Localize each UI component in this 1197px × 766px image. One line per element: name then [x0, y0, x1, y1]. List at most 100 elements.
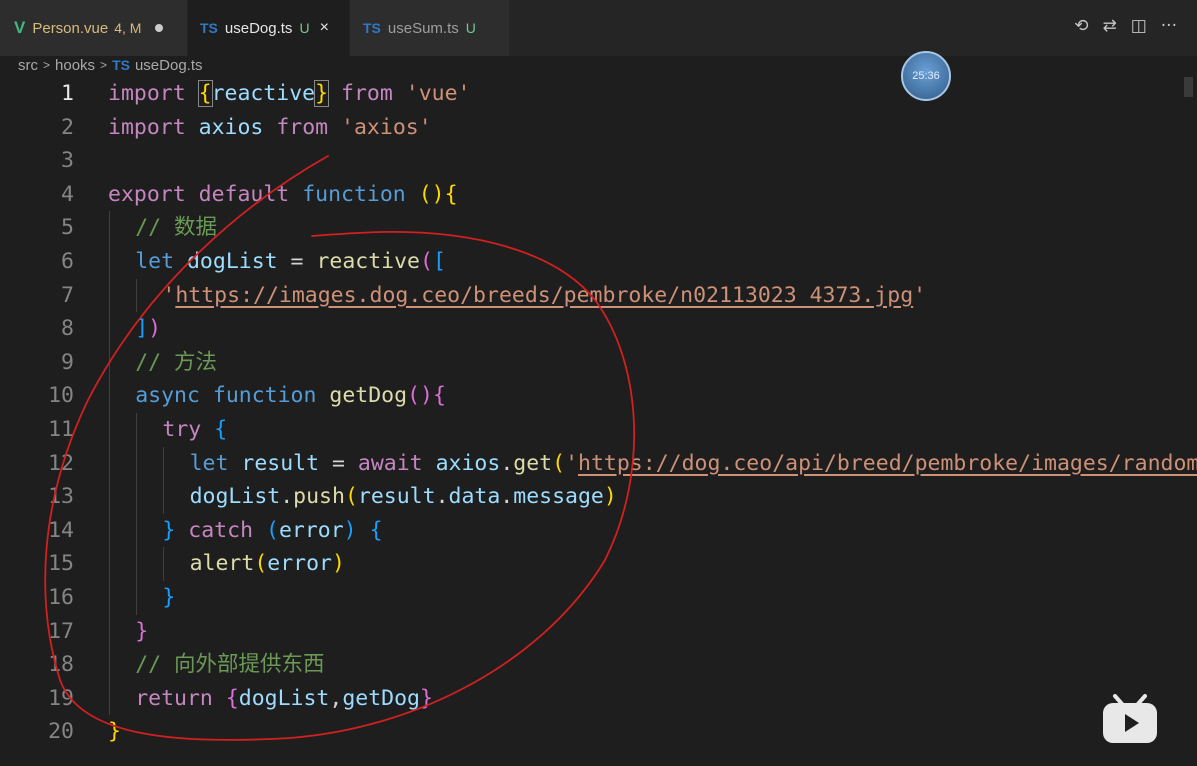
code-token: catch [188, 517, 254, 543]
indent-guide [109, 312, 110, 346]
minimap-scroll-indicator[interactable] [1184, 77, 1193, 97]
indent-guide [109, 413, 110, 447]
chevron-right-icon: > [100, 58, 108, 72]
indent-guide [109, 513, 110, 548]
code-line[interactable]: 4 export default function (){ [0, 178, 1197, 212]
indent-guide [109, 581, 110, 615]
tab-label: useDog.ts [224, 19, 293, 37]
code-line[interactable]: 5 // 数据 [0, 211, 1197, 245]
code-token: . [435, 484, 449, 510]
code-token: ] [135, 316, 149, 342]
code-token: ( [420, 249, 433, 274]
code-token: } [108, 719, 121, 745]
code-token: // 数据 [135, 215, 218, 241]
breadcrumb-hooks[interactable]: hooks [55, 57, 95, 74]
url-link[interactable]: https://dog.ceo/api/breed/pembroke/image… [578, 451, 1197, 476]
line-number: 7 [61, 282, 74, 308]
line-number: 13 [48, 484, 74, 510]
bilibili-tv-icon [1103, 694, 1157, 743]
unsaved-dot-icon[interactable] [155, 24, 164, 32]
breadcrumb-file[interactable]: useDog.ts [135, 57, 203, 74]
tab-person-vue[interactable]: V Person.vue 4, M [0, 0, 188, 56]
code-token: . [500, 484, 514, 510]
code-token: getDog [342, 685, 420, 711]
indent-guide [109, 681, 110, 716]
code-text: try { [162, 413, 227, 447]
code-token: // 方法 [135, 349, 218, 375]
code-line[interactable]: 6 let dogList = reactive([ [0, 245, 1197, 279]
code-token: reactive [211, 81, 316, 106]
code-token: default [198, 181, 290, 207]
code-token: function [212, 383, 317, 409]
editor-actions: ⟲ ⇄ ◫ ··· [1074, 16, 1177, 36]
close-tab-icon[interactable]: × [320, 19, 329, 37]
code-token: axios [435, 450, 501, 476]
code-token: ( [344, 484, 358, 510]
code-line[interactable]: 14} catch (error) { [0, 513, 1197, 548]
typescript-file-icon: TS [112, 57, 130, 73]
compare-changes-icon[interactable]: ⇄ [1102, 16, 1116, 36]
code-line[interactable]: 15 alert(error) [0, 547, 1197, 581]
code-token: { [225, 685, 239, 711]
breadcrumb: src > hooks > TS useDog.ts [18, 54, 203, 76]
tab-usedog-ts[interactable]: TS useDog.ts U × [188, 0, 350, 56]
code-token: function [302, 181, 406, 207]
code-token: { [432, 383, 446, 409]
url-link[interactable]: https://images.dog.ceo/breeds/pembroke/n… [175, 283, 913, 308]
untracked-badge: U [299, 20, 310, 36]
code-editor[interactable]: 1 import {reactive} from 'vue' 2 import axi… [0, 77, 1197, 766]
code-line[interactable]: 11 try { [0, 413, 1197, 447]
more-actions-icon[interactable]: ··· [1161, 16, 1177, 36]
code-token: } [314, 80, 330, 107]
code-line[interactable]: 16} [0, 581, 1197, 615]
code-text: // 数据 [135, 211, 217, 245]
code-line[interactable]: 12 let result = await axios.get('https://… [0, 446, 1197, 481]
code-line[interactable]: 7 'https://images.dog.ceo/breeds/pembroke… [0, 278, 1197, 313]
code-line[interactable]: 9 // 方法 [0, 345, 1197, 380]
code-token: { [444, 181, 458, 207]
indent-guide [109, 379, 110, 413]
code-token: = [277, 249, 317, 274]
indent-guide [109, 278, 110, 313]
code-token: let [135, 249, 175, 274]
line-number: 2 [61, 114, 74, 140]
code-token: import [108, 81, 186, 106]
code-token: } [162, 585, 176, 610]
code-token: ) [603, 484, 617, 510]
timeline-history-icon[interactable]: ⟲ [1074, 16, 1088, 36]
line-number: 12 [48, 450, 74, 476]
code-token: data [448, 484, 501, 510]
breadcrumb-src[interactable]: src [18, 57, 38, 74]
code-token: result [357, 484, 436, 510]
code-line[interactable]: 18 // 向外部提供东西 [0, 648, 1197, 682]
indent-guide [163, 446, 165, 481]
indent-guide [136, 547, 138, 581]
indent-guide [136, 446, 138, 481]
split-editor-icon[interactable]: ◫ [1131, 16, 1147, 36]
code-line[interactable]: 17} [0, 614, 1197, 649]
code-line[interactable]: 2 import axios from 'axios' [0, 111, 1197, 145]
code-text: let dogList = reactive([ [135, 245, 446, 279]
timer-text: 25:36 [912, 70, 940, 82]
code-line[interactable]: 19 return {dogList,getDog} [0, 681, 1197, 716]
code-line[interactable]: 3 [0, 144, 1197, 178]
code-text: import axios from 'axios' [108, 111, 432, 145]
indent-guide [109, 547, 110, 581]
code-line[interactable]: 20} [0, 715, 1197, 749]
indent-guide [109, 648, 110, 682]
code-text: } [162, 581, 175, 615]
code-line[interactable]: 1 import {reactive} from 'vue' [0, 77, 1197, 111]
code-token: { [214, 417, 228, 442]
line-number: 9 [61, 349, 74, 375]
chevron-right-icon: > [43, 58, 51, 72]
tab-usesum-ts[interactable]: TS useSum.ts U [350, 0, 510, 56]
code-line[interactable]: 13 dogList.push(result.data.message) [0, 480, 1197, 514]
code-line[interactable]: 8]) [0, 312, 1197, 346]
code-line[interactable]: 10 async function getDog(){ [0, 379, 1197, 413]
code-text: import {reactive} from 'vue' [108, 77, 471, 111]
